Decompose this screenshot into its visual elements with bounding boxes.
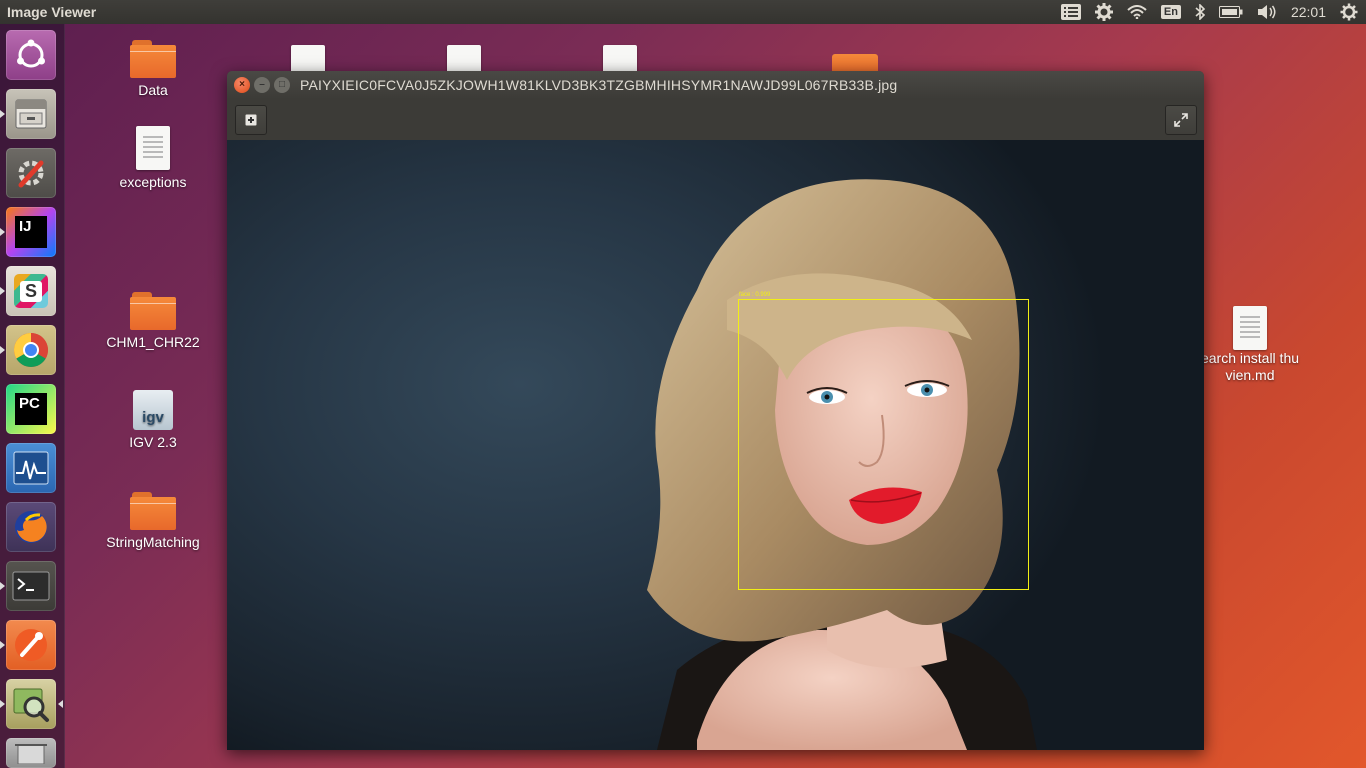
pycharm-icon: PC xyxy=(15,393,47,425)
ubuntu-dash-button[interactable] xyxy=(6,30,56,80)
system-settings-button[interactable] xyxy=(6,148,56,198)
chrome-button[interactable] xyxy=(0,325,56,375)
desktop-folder-stringmatching[interactable]: StringMatching xyxy=(93,492,213,550)
running-indicator xyxy=(0,110,5,118)
window-title: PAIYXIEIC0FCVA0J5ZKJOWH1W81KLVD3BK3TZGBM… xyxy=(300,77,898,93)
running-indicator xyxy=(0,582,5,590)
language-icon[interactable]: En xyxy=(1160,5,1181,19)
close-icon: × xyxy=(239,79,245,90)
running-indicator xyxy=(0,346,5,354)
slack-icon: S xyxy=(14,274,48,308)
running-indicator xyxy=(0,700,5,708)
desktop-icon-label: StringMatching xyxy=(106,534,200,550)
folder-icon xyxy=(130,40,176,78)
add-button[interactable] xyxy=(235,105,267,135)
desktop-file-exceptions[interactable]: exceptions xyxy=(93,126,213,190)
bluetooth-icon[interactable] xyxy=(1195,4,1205,20)
desktop-icon-label: CHM1_CHR22 xyxy=(106,334,200,350)
intellij-idea-button[interactable]: IJ xyxy=(0,207,56,257)
intellij-icon: IJ xyxy=(15,216,47,248)
image-viewer-icon xyxy=(13,688,49,722)
minimize-button[interactable]: – xyxy=(254,77,270,93)
document-icon xyxy=(1233,306,1267,350)
desktop-app-igv[interactable]: igv IGV 2.3 xyxy=(93,390,213,450)
desktop-icon-label: earch install thu vien.md xyxy=(1200,350,1300,383)
volume-icon[interactable] xyxy=(1257,4,1277,20)
image-canvas[interactable]: face : 0.999 xyxy=(227,140,1204,750)
file-cabinet-icon xyxy=(15,99,47,129)
postman-icon xyxy=(15,629,47,661)
top-panel: Image Viewer En 22:01 xyxy=(0,0,1366,24)
maximize-icon: □ xyxy=(278,79,286,90)
firefox-button[interactable] xyxy=(6,502,56,552)
desktop-icon-label: IGV 2.3 xyxy=(129,434,177,450)
folder-icon xyxy=(130,492,176,530)
trash-button[interactable] xyxy=(6,738,56,768)
image-viewer-window: × – □ PAIYXIEIC0FCVA0J5ZKJOWH1W81KLVD3BK… xyxy=(227,71,1204,750)
clock[interactable]: 22:01 xyxy=(1291,4,1326,20)
desktop-icon-label: Data xyxy=(138,82,168,98)
system-monitor-button[interactable] xyxy=(6,443,56,493)
power-icon[interactable] xyxy=(1340,3,1358,21)
fullscreen-button[interactable] xyxy=(1165,105,1197,135)
desktop-file-install-thu-vien-md[interactable]: earch install thu vien.md xyxy=(1185,306,1315,384)
postman-button[interactable] xyxy=(0,620,56,670)
firefox-icon xyxy=(15,511,47,543)
plus-icon xyxy=(245,114,257,126)
image-viewer-button[interactable] xyxy=(0,679,63,729)
ubuntu-logo-icon xyxy=(17,39,45,68)
chrome-icon xyxy=(14,333,48,367)
fullscreen-icon xyxy=(1174,113,1188,127)
focused-indicator xyxy=(58,700,63,708)
settings-wrench-icon xyxy=(18,160,44,188)
pycharm-button[interactable]: PC xyxy=(6,384,56,434)
face-detection-box: face : 0.999 xyxy=(738,292,1029,590)
system-monitor-icon xyxy=(13,451,49,485)
launcher: IJ S PC xyxy=(0,24,65,768)
running-indicator xyxy=(0,228,5,236)
menu-icon[interactable] xyxy=(1060,4,1081,20)
detection-label: face : 0.999 xyxy=(739,292,771,298)
desktop-folder-data[interactable]: Data xyxy=(93,40,213,98)
document-icon xyxy=(136,126,170,170)
wifi-icon[interactable] xyxy=(1127,5,1147,19)
active-app-title: Image Viewer xyxy=(7,4,97,20)
folder-icon xyxy=(130,292,176,330)
desktop-icon-label: exceptions xyxy=(119,174,187,190)
slack-button[interactable]: S xyxy=(0,266,56,316)
window-titlebar[interactable]: × – □ PAIYXIEIC0FCVA0J5ZKJOWH1W81KLVD3BK… xyxy=(227,71,1204,99)
running-indicator xyxy=(0,641,5,649)
settings-icon[interactable] xyxy=(1094,3,1113,21)
desktop-folder-chm1-chr22[interactable]: CHM1_CHR22 xyxy=(93,292,213,350)
igv-app-icon: igv xyxy=(133,390,173,430)
indicator-area: En 22:01 xyxy=(1060,0,1358,24)
terminal-icon xyxy=(12,571,50,601)
viewer-toolbar xyxy=(227,99,1204,141)
battery-icon[interactable] xyxy=(1218,6,1243,18)
trash-icon xyxy=(15,744,47,764)
close-button[interactable]: × xyxy=(234,77,250,93)
minimize-icon: – xyxy=(259,79,265,90)
portrait-photo xyxy=(647,179,1037,750)
files-button[interactable] xyxy=(0,89,56,139)
running-indicator xyxy=(0,287,5,295)
terminal-button[interactable] xyxy=(0,561,56,611)
maximize-button[interactable]: □ xyxy=(274,77,290,93)
